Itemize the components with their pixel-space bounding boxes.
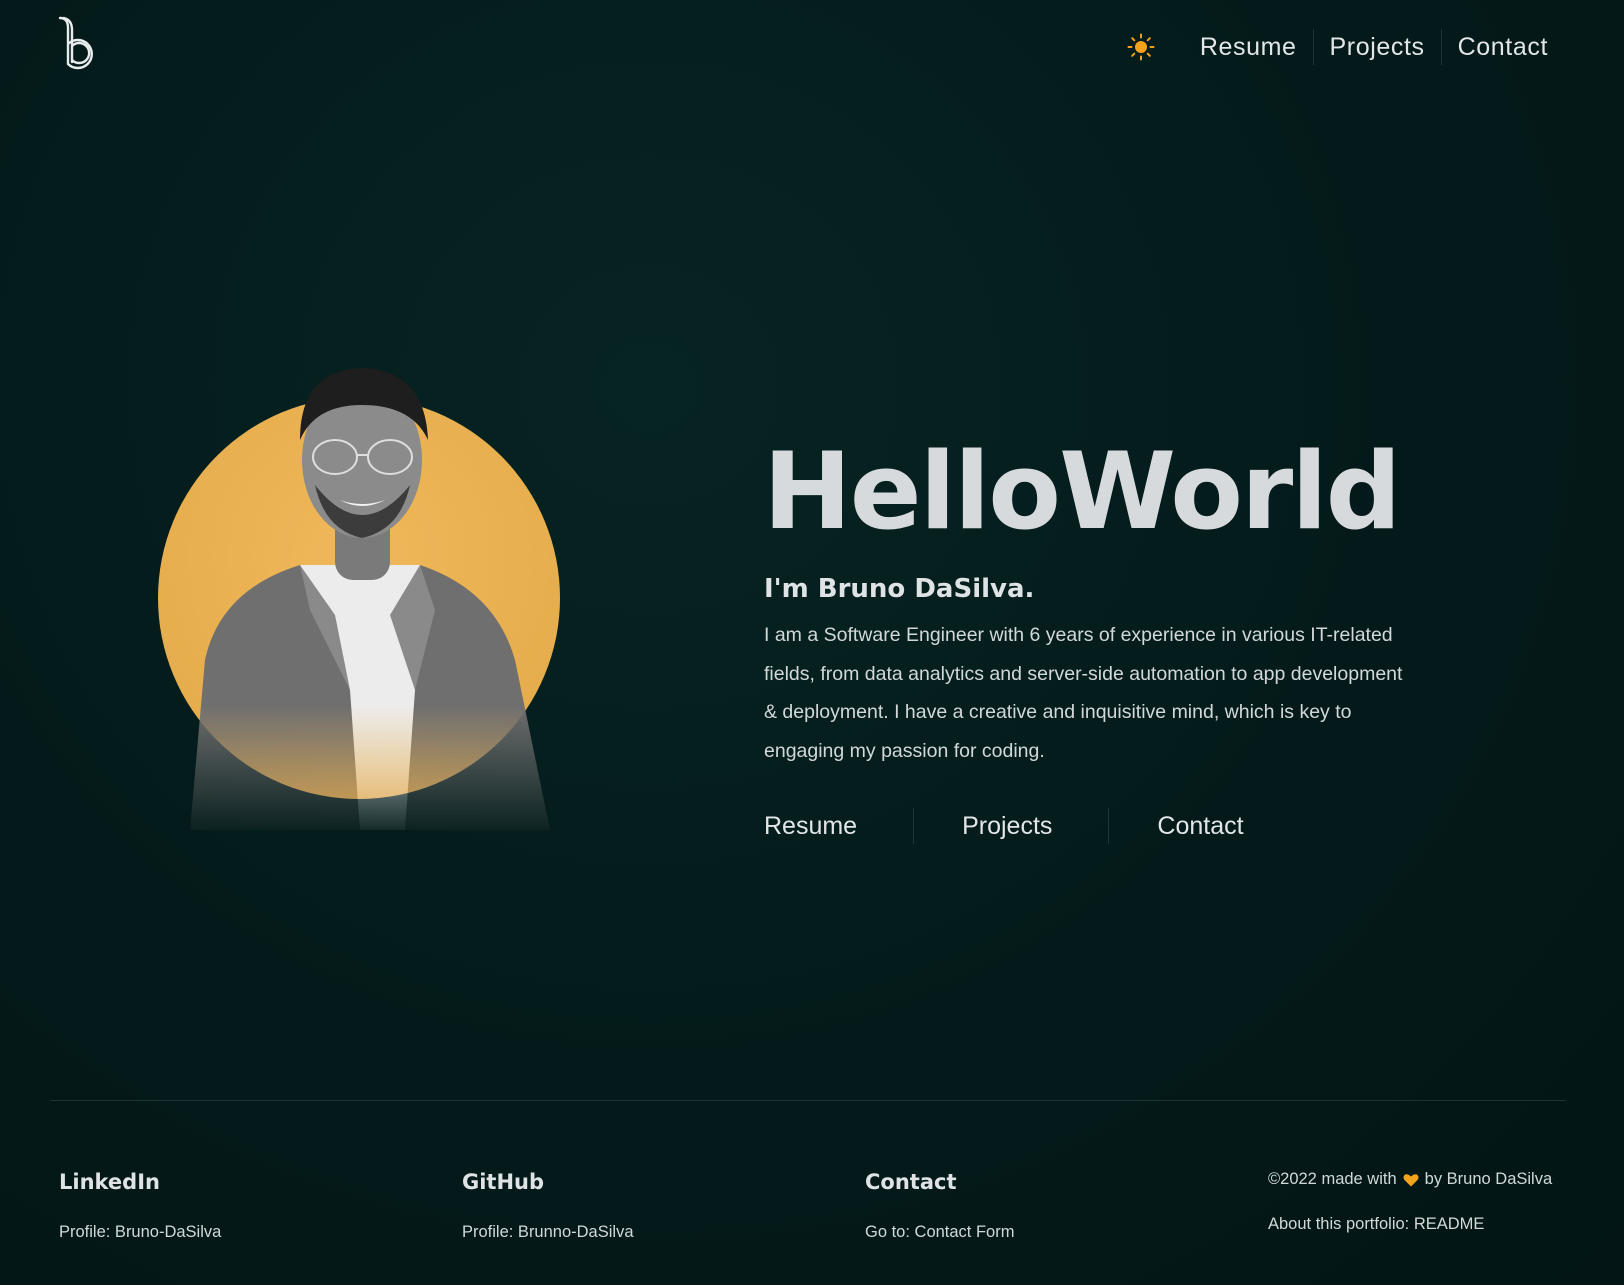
hero-intro: I'm Bruno DaSilva. <box>764 574 1035 604</box>
footer-contact: Contact Go to: Contact Form <box>865 1170 1014 1242</box>
footer-linkedin-title: LinkedIn <box>59 1170 160 1194</box>
hero-bio: I am a Software Engineer with 6 years of… <box>764 624 1403 762</box>
sun-icon <box>1127 33 1155 61</box>
b-monogram-logo-icon <box>58 16 93 70</box>
top-nav: Resume Projects Contact <box>1126 28 1548 66</box>
hero-contact-link[interactable]: Contact <box>1109 812 1243 841</box>
nav-resume-link[interactable]: Resume <box>1184 29 1313 65</box>
theme-toggle-button[interactable] <box>1126 32 1156 62</box>
footer-github: GitHub Profile: Brunno-DaSilva <box>462 1170 634 1242</box>
hero-links: Resume Projects Contact <box>764 808 1244 844</box>
footer-copyright: ©2022 made with by Bruno DaSilva About t… <box>1268 1170 1552 1234</box>
footer-github-link[interactable]: Profile: Brunno-DaSilva <box>462 1223 634 1242</box>
nav-contact-link[interactable]: Contact <box>1442 29 1548 65</box>
footer-divider <box>50 1100 1566 1101</box>
hero-headline: HelloWorld <box>763 430 1402 553</box>
footer-github-title: GitHub <box>462 1170 545 1194</box>
logo[interactable] <box>56 14 96 74</box>
footer-linkedin: LinkedIn Profile: Bruno-DaSilva <box>59 1170 221 1242</box>
profile-photo <box>150 360 570 840</box>
copyright-prefix: ©2022 made with <box>1268 1170 1397 1188</box>
hero-resume-link[interactable]: Resume <box>764 812 913 841</box>
footer-contact-link[interactable]: Go to: Contact Form <box>865 1223 1014 1242</box>
nav-projects-link[interactable]: Projects <box>1314 29 1441 65</box>
readme-link[interactable]: About this portfolio: README <box>1268 1215 1484 1234</box>
person-portrait-image <box>190 368 550 830</box>
copyright-suffix: by Bruno DaSilva <box>1424 1170 1553 1188</box>
footer-contact-title: Contact <box>865 1170 957 1194</box>
footer-linkedin-link[interactable]: Profile: Bruno-DaSilva <box>59 1223 221 1242</box>
heart-icon <box>1403 1173 1419 1186</box>
hero-projects-link[interactable]: Projects <box>914 812 1108 841</box>
